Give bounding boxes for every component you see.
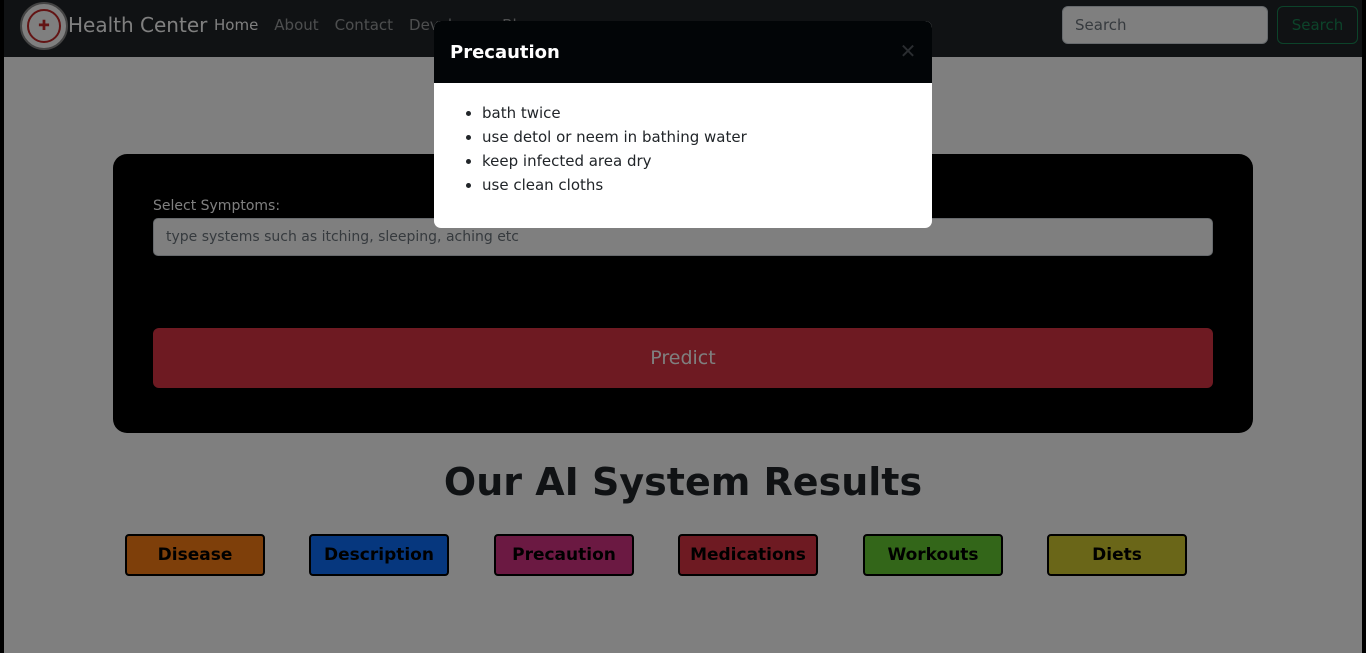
modal-title: Precaution — [450, 41, 560, 63]
precaution-item: bath twice — [482, 101, 916, 125]
close-icon[interactable]: ✕ — [898, 41, 918, 61]
modal-body: bath twice use detol or neem in bathing … — [434, 83, 932, 215]
precaution-item: use clean cloths — [482, 173, 916, 197]
precaution-list: bath twice use detol or neem in bathing … — [450, 101, 916, 197]
precaution-item: keep infected area dry — [482, 149, 916, 173]
modal-header: Precaution ✕ — [434, 21, 932, 83]
precaution-item: use detol or neem in bathing water — [482, 125, 916, 149]
precaution-modal: Precaution ✕ bath twice use detol or nee… — [434, 21, 932, 228]
